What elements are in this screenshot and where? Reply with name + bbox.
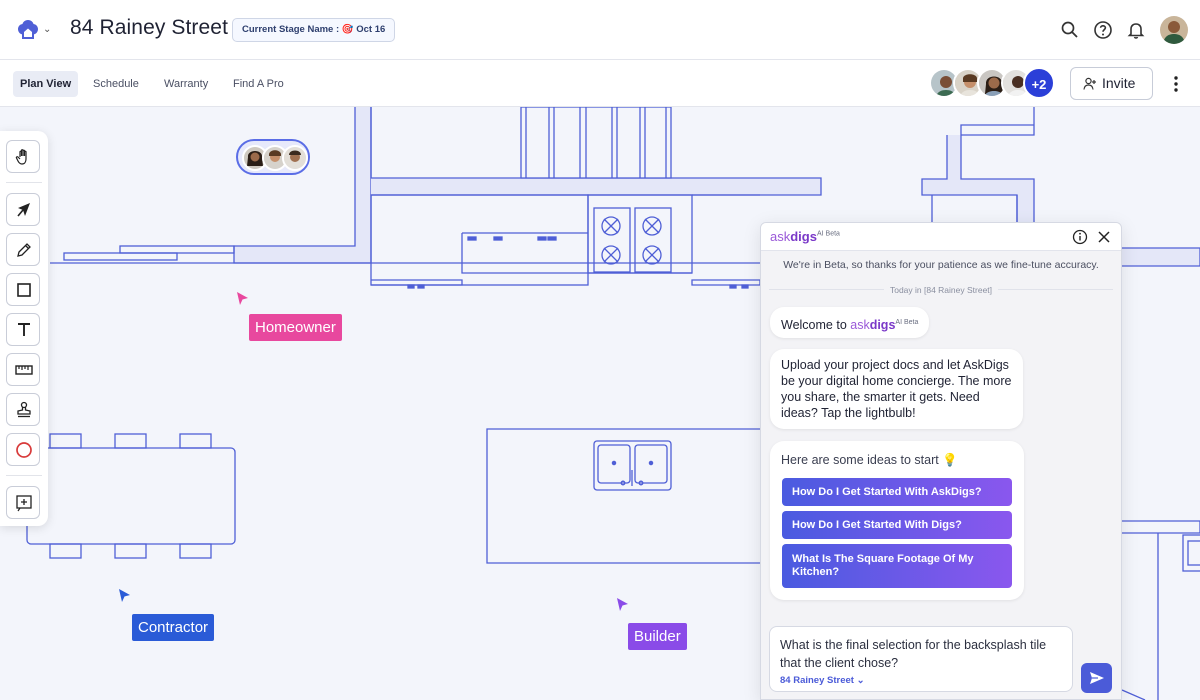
avatar — [282, 145, 308, 171]
arrow-pointer-icon — [17, 203, 30, 217]
square-icon — [17, 283, 31, 297]
pencil-icon — [17, 243, 31, 257]
hand-icon — [15, 149, 27, 165]
builder-label: Builder — [628, 623, 687, 650]
ideas-card: Here are some ideas to start 💡 How Do I … — [770, 441, 1024, 600]
text-icon — [18, 323, 30, 336]
homeowner-cursor-icon — [237, 292, 248, 305]
tab-schedule[interactable]: Schedule — [86, 71, 146, 97]
assistant-message: Upload your project docs and let AskDigs… — [770, 349, 1023, 429]
ruler-icon — [15, 365, 33, 375]
help-icon[interactable] — [1093, 20, 1113, 40]
more-options-icon[interactable] — [1168, 74, 1184, 94]
hand-tool-button[interactable] — [6, 140, 40, 173]
suggestion-button[interactable]: How Do I Get Started With AskDigs? — [782, 478, 1012, 506]
homeowner-label: Homeowner — [249, 314, 342, 341]
collaborator-group-marker[interactable] — [236, 139, 310, 175]
stage-chip[interactable]: Current Stage Name : 🎯 Oct 16 — [232, 18, 396, 42]
project-title: 84 Rainey Street — [70, 16, 229, 39]
invite-label: Invite — [1102, 75, 1136, 91]
welcome-message: Welcome to askdigsAI Beta — [770, 307, 930, 338]
avatar[interactable] — [1160, 16, 1188, 44]
text-tool-button[interactable] — [6, 313, 40, 346]
askdigs-chat-panel: askdigsAI Beta We're in Beta, so thanks … — [760, 222, 1122, 700]
stamp-icon — [17, 401, 31, 418]
search-icon[interactable] — [1060, 20, 1080, 40]
circle-tool-button[interactable] — [6, 433, 40, 466]
suggestion-button[interactable]: How Do I Get Started With Digs? — [782, 511, 1012, 539]
invite-button[interactable]: Invite — [1070, 67, 1153, 100]
builder-cursor-icon — [617, 598, 628, 611]
tab-bar: Plan View Schedule Warranty Find A Pro — [0, 60, 1200, 107]
chat-header: askdigsAI Beta — [761, 223, 1121, 251]
beta-notice: We're in Beta, so thanks for your patien… — [783, 259, 1099, 271]
ruler-tool-button[interactable] — [6, 353, 40, 386]
send-button[interactable] — [1081, 663, 1112, 693]
home-logo-icon[interactable] — [16, 18, 40, 42]
add-frame-icon — [16, 495, 32, 512]
send-icon — [1090, 672, 1104, 684]
suggestion-button[interactable]: What Is The Square Footage Of My Kitchen… — [782, 544, 1012, 588]
stamp-tool-button[interactable] — [6, 393, 40, 426]
close-icon[interactable] — [1096, 229, 1112, 245]
bell-icon[interactable] — [1126, 20, 1146, 40]
ideas-title: Here are some ideas to start 💡 — [781, 453, 958, 467]
chat-input[interactable]: What is the final selection for the back… — [769, 626, 1073, 692]
date-divider: Today in [84 Rainey Street] — [761, 285, 1121, 295]
tab-plan-view[interactable]: Plan View — [13, 71, 79, 97]
add-user-icon — [1083, 77, 1096, 90]
contractor-cursor-icon — [119, 589, 130, 602]
askdigs-logo: askdigsAI Beta — [770, 229, 840, 244]
drawing-toolbar — [0, 131, 48, 526]
pointer-tool-button[interactable] — [6, 193, 40, 226]
tab-find-a-pro[interactable]: Find A Pro — [226, 71, 291, 97]
add-frame-tool-button[interactable] — [6, 486, 40, 519]
pencil-tool-button[interactable] — [6, 233, 40, 266]
context-selector[interactable]: 84 Rainey Street ⌄ — [780, 675, 865, 686]
chevron-down-icon[interactable]: ⌄ — [43, 24, 51, 35]
info-icon[interactable] — [1072, 229, 1088, 245]
top-header: ⌄ 84 Rainey Street Current Stage Name : … — [0, 0, 1200, 60]
tab-warranty[interactable]: Warranty — [157, 71, 215, 97]
more-collaborators-badge[interactable]: +2 — [1023, 67, 1055, 99]
rectangle-tool-button[interactable] — [6, 273, 40, 306]
red-circle-icon — [16, 442, 32, 458]
chat-input-text[interactable]: What is the final selection for the back… — [780, 636, 1070, 672]
contractor-label: Contractor — [132, 614, 215, 641]
